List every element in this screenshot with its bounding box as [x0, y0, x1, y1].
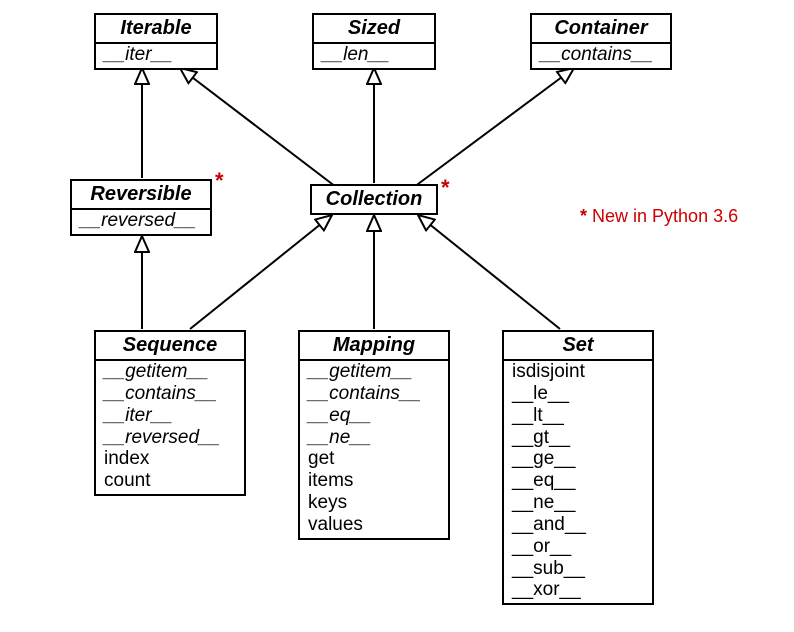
method: __eq__ — [512, 470, 644, 492]
class-collection: Collection — [310, 184, 438, 215]
method: __contains__ — [104, 383, 236, 405]
class-mapping: Mapping __getitem__ __contains__ __eq__ … — [298, 330, 450, 540]
method: __gt__ — [512, 427, 644, 449]
method: __xor__ — [512, 579, 644, 601]
class-mapping-title: Mapping — [300, 332, 448, 361]
method: __sub__ — [512, 558, 644, 580]
class-set-methods: isdisjoint __le__ __lt__ __gt__ __ge__ _… — [504, 361, 652, 603]
class-iterable-title: Iterable — [96, 15, 216, 44]
class-container-methods: __contains__ — [532, 44, 670, 68]
new-in-python-note: * New in Python 3.6 — [580, 206, 738, 227]
method: __contains__ — [308, 383, 440, 405]
method: __and__ — [512, 514, 644, 536]
method: __contains__ — [540, 44, 662, 66]
class-collection-title: Collection — [312, 186, 436, 213]
method: values — [308, 514, 440, 536]
class-sequence: Sequence __getitem__ __contains__ __iter… — [94, 330, 246, 496]
class-iterable: Iterable __iter__ — [94, 13, 218, 70]
class-sized-title: Sized — [314, 15, 434, 44]
asterisk-reversible: * — [215, 168, 224, 194]
method: index — [104, 448, 236, 470]
method: __eq__ — [308, 405, 440, 427]
arrow-collection-container — [410, 68, 574, 190]
method: __getitem__ — [308, 361, 440, 383]
class-set-title: Set — [504, 332, 652, 361]
note-asterisk: * — [580, 206, 592, 226]
method: items — [308, 470, 440, 492]
class-container: Container __contains__ — [530, 13, 672, 70]
class-reversible-methods: __reversed__ — [72, 210, 210, 234]
method: __iter__ — [104, 405, 236, 427]
method: __iter__ — [104, 44, 208, 66]
class-container-title: Container — [532, 15, 670, 44]
class-reversible: Reversible __reversed__ — [70, 179, 212, 236]
method: keys — [308, 492, 440, 514]
method: __ne__ — [308, 427, 440, 449]
class-mapping-methods: __getitem__ __contains__ __eq__ __ne__ g… — [300, 361, 448, 538]
class-reversible-title: Reversible — [72, 181, 210, 210]
class-sequence-title: Sequence — [96, 332, 244, 361]
class-iterable-methods: __iter__ — [96, 44, 216, 68]
method: __reversed__ — [104, 427, 236, 449]
method: __len__ — [322, 44, 426, 66]
arrow-set-collection — [418, 215, 560, 329]
method: count — [104, 470, 236, 492]
method: get — [308, 448, 440, 470]
method: __lt__ — [512, 405, 644, 427]
method: __ne__ — [512, 492, 644, 514]
class-sequence-methods: __getitem__ __contains__ __iter__ __reve… — [96, 361, 244, 494]
class-sized: Sized __len__ — [312, 13, 436, 70]
asterisk-collection: * — [441, 175, 450, 201]
class-sized-methods: __len__ — [314, 44, 434, 68]
method: __or__ — [512, 536, 644, 558]
method: __ge__ — [512, 448, 644, 470]
method: __reversed__ — [80, 210, 202, 232]
method: __getitem__ — [104, 361, 236, 383]
method: __le__ — [512, 383, 644, 405]
method: isdisjoint — [512, 361, 644, 383]
class-set: Set isdisjoint __le__ __lt__ __gt__ __ge… — [502, 330, 654, 605]
arrow-collection-iterable — [180, 68, 340, 190]
note-text: New in Python 3.6 — [592, 206, 738, 226]
